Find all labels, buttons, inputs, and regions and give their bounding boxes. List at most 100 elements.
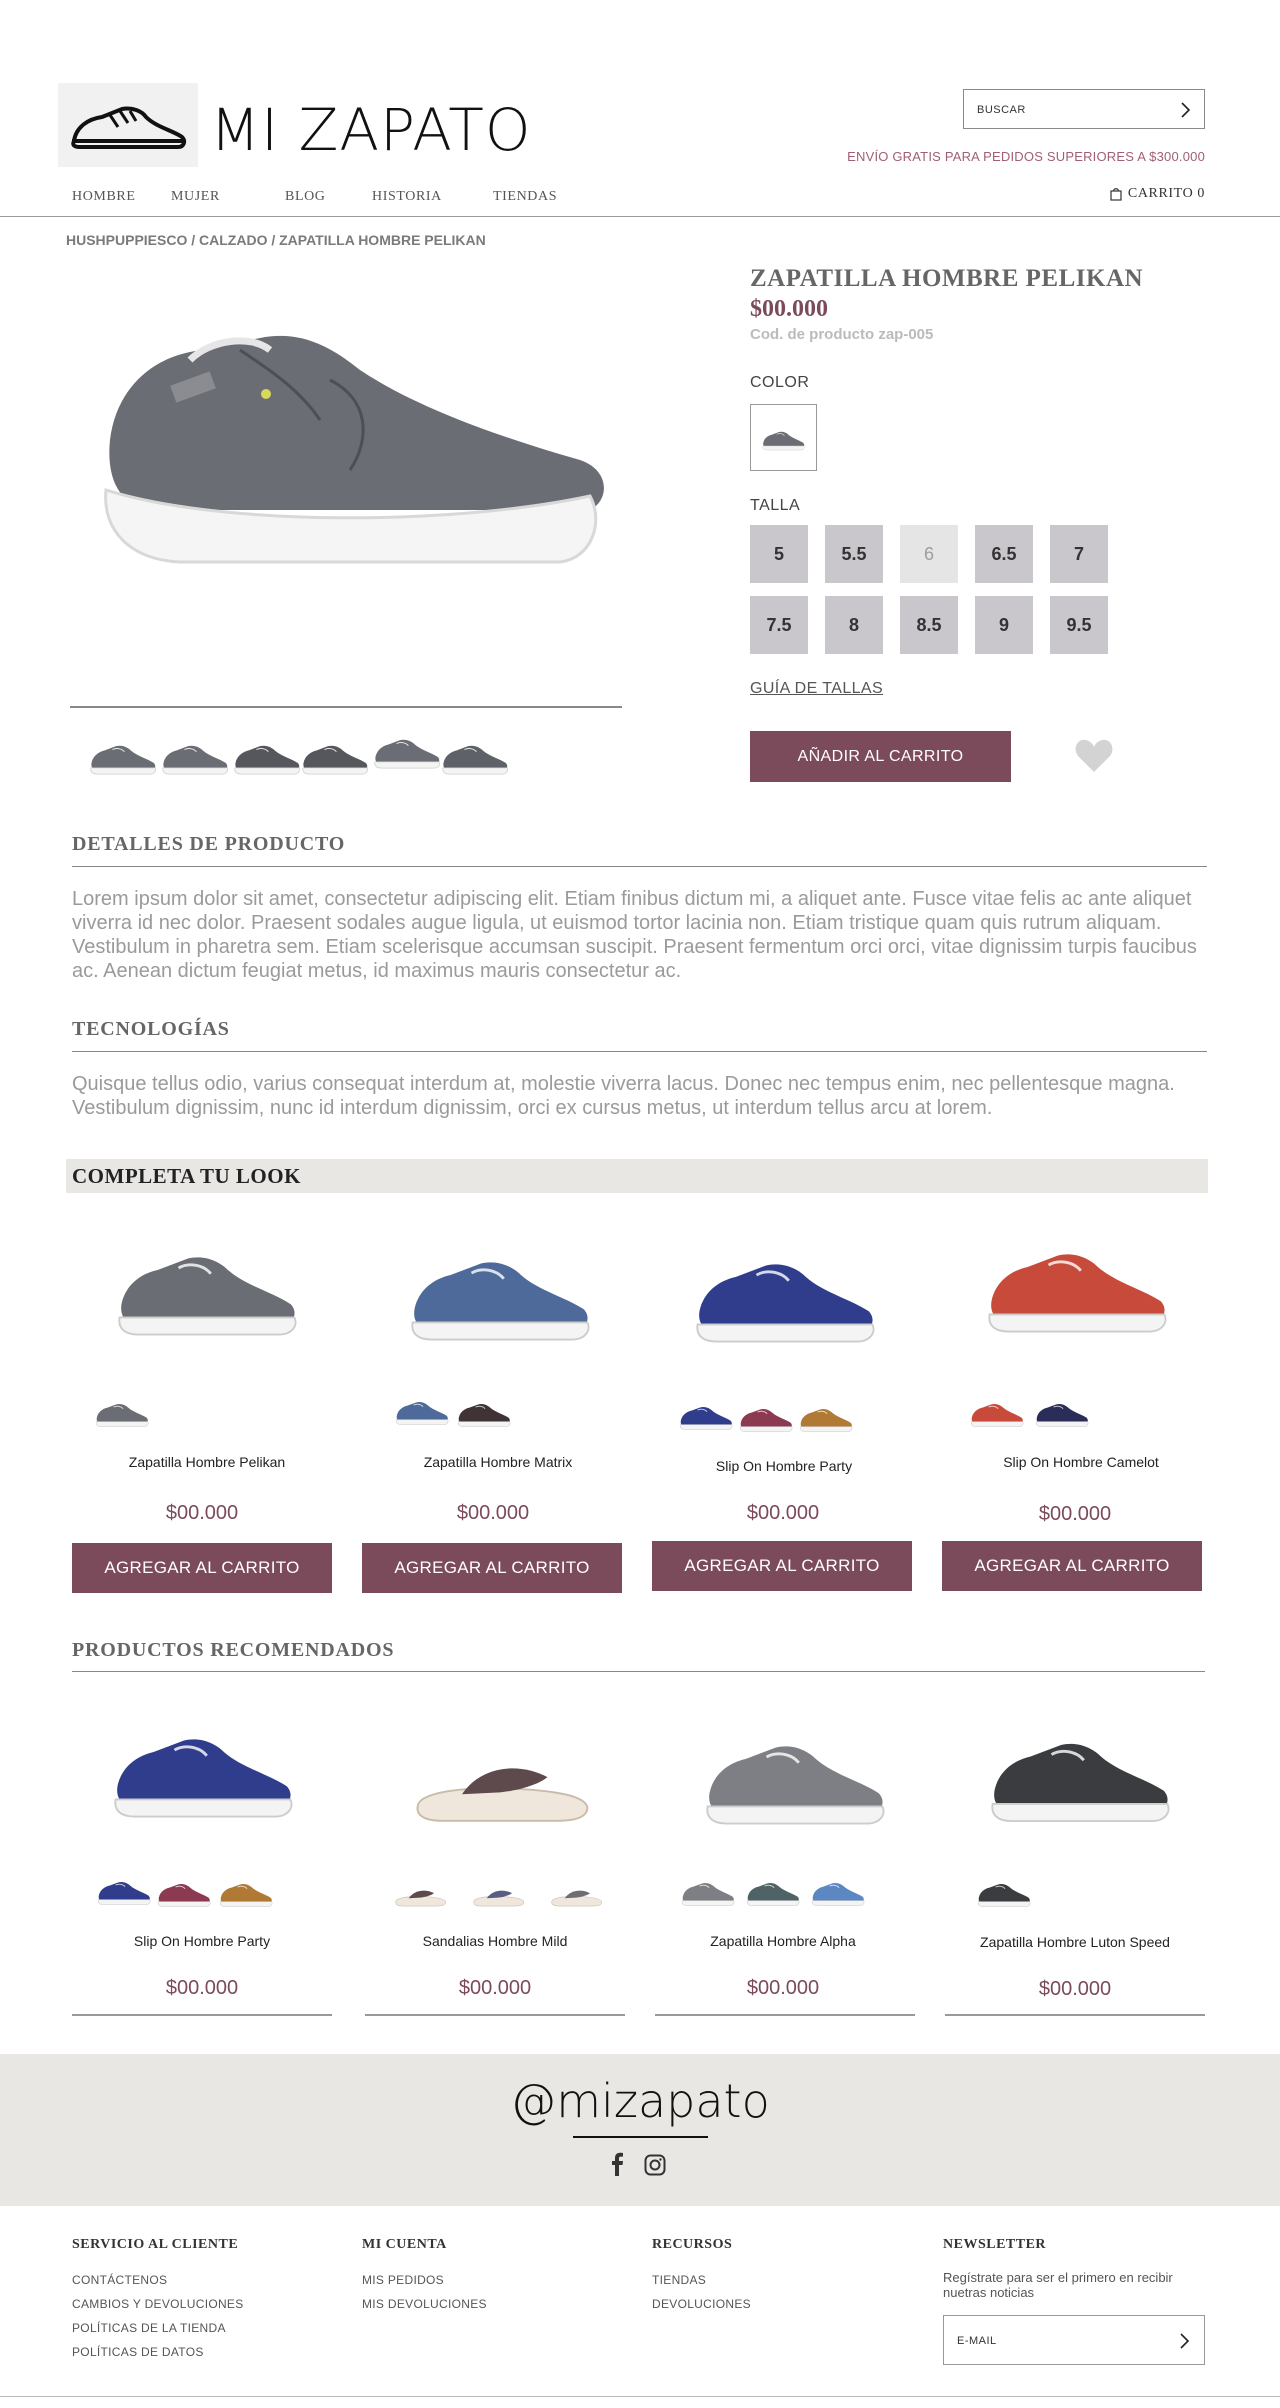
footer-link[interactable]: CONTÁCTENOS	[72, 2273, 167, 2287]
look-product-price: $00.000	[165, 1502, 239, 1524]
color-variant-thumbnail[interactable]	[96, 1873, 152, 1909]
recommended-product-name[interactable]: Zapatilla Hombre Alpha	[653, 1933, 913, 1949]
color-variant-thumbnail[interactable]	[94, 1395, 150, 1431]
color-variant-thumbnail[interactable]	[456, 1395, 512, 1431]
look-add-to-cart-button[interactable]: AGREGAR AL CARRITO	[362, 1543, 622, 1593]
product-image[interactable]	[982, 1225, 1172, 1375]
size-option-6[interactable]: 6	[900, 525, 958, 583]
card-divider	[365, 2014, 625, 2016]
recommended-product-name[interactable]: Slip On Hombre Party	[72, 1933, 332, 1949]
product-image[interactable]	[108, 1700, 298, 1850]
footer-link[interactable]: DEVOLUCIONES	[652, 2297, 751, 2311]
nav-item-historia[interactable]: HISTORIA	[372, 189, 442, 205]
size-option-9[interactable]: 9	[975, 596, 1033, 654]
size-option-5[interactable]: 5	[750, 525, 808, 583]
recommended-product-price: $00.000	[1038, 1978, 1112, 2000]
product-image[interactable]	[700, 1712, 890, 1862]
nav-item-mujer[interactable]: MUJER	[171, 189, 220, 205]
color-variant-thumbnail[interactable]	[680, 1874, 736, 1910]
product-image[interactable]	[405, 1720, 595, 1870]
footer-link[interactable]: MIS DEVOLUCIONES	[362, 2297, 487, 2311]
email-input[interactable]: E-MAIL	[957, 2335, 997, 2347]
search-box[interactable]: BUSCAR	[963, 89, 1205, 129]
nav-item-hombre[interactable]: HOMBRE	[72, 189, 136, 205]
color-variant-thumbnail[interactable]	[969, 1395, 1025, 1431]
product-image[interactable]	[405, 1218, 595, 1368]
size-option-7[interactable]: 7	[1050, 525, 1108, 583]
size-option-7-5[interactable]: 7.5	[750, 596, 808, 654]
size-option-8-5[interactable]: 8.5	[900, 596, 958, 654]
newsletter-text: Regístrate para ser el primero en recibi…	[943, 2270, 1173, 2300]
color-variant-thumbnail[interactable]	[745, 1874, 801, 1910]
gallery-thumbnail[interactable]	[300, 722, 370, 792]
look-product-name[interactable]: Slip On Hombre Party	[654, 1458, 914, 1474]
newsletter-email-box[interactable]: E-MAIL	[943, 2315, 1205, 2365]
look-add-to-cart-button[interactable]: AGREGAR AL CARRITO	[72, 1543, 332, 1593]
size-label: TALLA	[750, 497, 801, 514]
gallery-thumbnail[interactable]	[160, 722, 230, 792]
color-variant-thumbnail[interactable]	[470, 1876, 526, 1912]
product-image[interactable]	[690, 1225, 880, 1375]
details-title: DETALLES DE PRODUCTO	[72, 833, 346, 855]
search-input[interactable]: BUSCAR	[977, 104, 1026, 116]
color-variant-thumbnail[interactable]	[798, 1400, 854, 1436]
footer-link[interactable]: MIS PEDIDOS	[362, 2273, 444, 2287]
technologies-text: Quisque tellus odio, varius consequat in…	[72, 1073, 1175, 1119]
color-variant-thumbnail[interactable]	[392, 1876, 448, 1912]
color-variant-thumbnail[interactable]	[548, 1876, 604, 1912]
gallery-thumbnail[interactable]	[232, 722, 302, 792]
look-product-name[interactable]: Zapatilla Hombre Matrix	[368, 1454, 628, 1470]
details-text: Lorem ipsum dolor sit amet, consectetur …	[72, 888, 1197, 982]
color-variant-thumbnail[interactable]	[394, 1393, 450, 1429]
brand-name: MI ZAPATO	[210, 96, 532, 164]
nav-item-blog[interactable]: BLOG	[285, 189, 326, 205]
size-option-9-5[interactable]: 9.5	[1050, 596, 1108, 654]
social-handle[interactable]: @mizapato	[0, 2074, 1280, 2128]
size-guide-link[interactable]: GUÍA DE TALLAS	[750, 680, 883, 698]
look-add-to-cart-button[interactable]: AGREGAR AL CARRITO	[652, 1541, 912, 1591]
product-image[interactable]	[112, 1218, 302, 1368]
cart-link[interactable]: CARRITO 0	[1110, 186, 1205, 202]
gallery-thumbnail[interactable]	[88, 722, 158, 792]
recommended-product-price: $00.000	[746, 1977, 820, 1999]
breadcrumb[interactable]: HUSHPUPPIESCO / CALZADO / ZAPATILLA HOMB…	[66, 232, 486, 248]
color-variant-thumbnail[interactable]	[678, 1398, 734, 1434]
color-variant-thumbnail[interactable]	[218, 1875, 274, 1911]
footer-link[interactable]: POLÍTICAS DE DATOS	[72, 2345, 204, 2359]
color-variant-thumbnail[interactable]	[976, 1875, 1032, 1911]
recommended-product-name[interactable]: Zapatilla Hombre Luton Speed	[945, 1934, 1205, 1950]
color-variant-thumbnail[interactable]	[156, 1875, 212, 1911]
size-option-6-5[interactable]: 6.5	[975, 525, 1033, 583]
look-product-name[interactable]: Zapatilla Hombre Pelikan	[77, 1454, 337, 1470]
footer-link[interactable]: POLÍTICAS DE LA TIENDA	[72, 2321, 226, 2335]
recommended-product-name[interactable]: Sandalias Hombre Mild	[365, 1933, 625, 1949]
gallery-thumbnail[interactable]	[372, 716, 442, 786]
chevron-right-icon[interactable]	[1171, 96, 1199, 124]
add-to-cart-button[interactable]: AÑADIR AL CARRITO	[750, 731, 1011, 782]
facebook-icon[interactable]	[607, 2151, 627, 2177]
look-add-to-cart-button[interactable]: AGREGAR AL CARRITO	[942, 1541, 1202, 1591]
size-option-5-5[interactable]: 5.5	[825, 525, 883, 583]
heart-icon[interactable]	[1074, 738, 1114, 774]
free-shipping-notice: ENVÍO GRATIS PARA PEDIDOS SUPERIORES A $…	[847, 149, 1205, 164]
size-option-8[interactable]: 8	[825, 596, 883, 654]
color-variant-thumbnail[interactable]	[1034, 1395, 1090, 1431]
product-image[interactable]	[985, 1712, 1175, 1862]
gallery-thumbnail[interactable]	[440, 722, 510, 792]
logo[interactable]	[58, 83, 198, 167]
footer-newsletter-title: NEWSLETTER	[943, 2237, 1047, 2252]
look-product-price: $00.000	[456, 1502, 530, 1524]
color-variant-thumbnail[interactable]	[810, 1874, 866, 1910]
look-product-name[interactable]: Slip On Hombre Camelot	[951, 1454, 1211, 1470]
bag-icon	[1110, 188, 1122, 201]
color-swatch[interactable]	[750, 404, 817, 471]
footer-link[interactable]: CAMBIOS Y DEVOLUCIONES	[72, 2297, 244, 2311]
gallery-divider	[70, 706, 622, 708]
chevron-right-icon[interactable]	[1170, 2327, 1198, 2355]
color-variant-thumbnail[interactable]	[738, 1400, 794, 1436]
shoe-logo-icon	[71, 106, 187, 149]
footer-link[interactable]: TIENDAS	[652, 2273, 706, 2287]
card-divider	[72, 2014, 332, 2016]
nav-item-tiendas[interactable]: TIENDAS	[493, 189, 557, 205]
instagram-icon[interactable]	[644, 2154, 666, 2176]
